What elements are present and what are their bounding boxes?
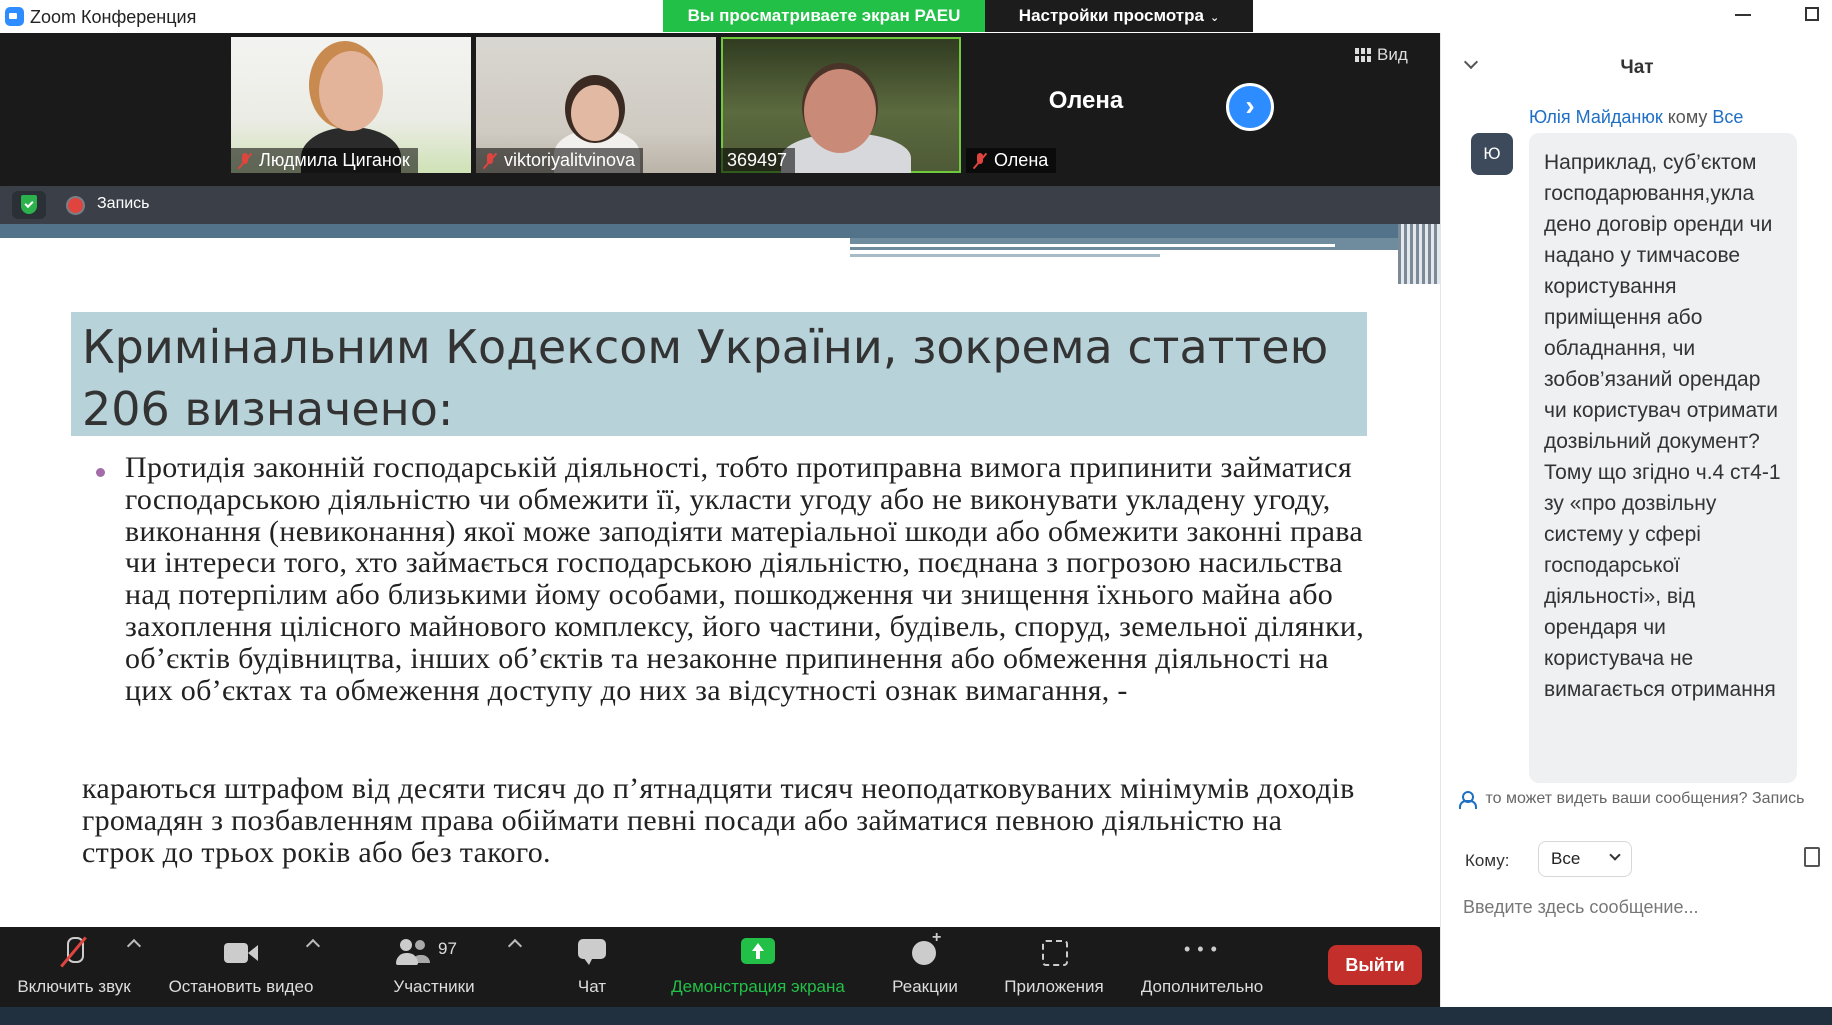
participant-tile[interactable]: Людмила Циганок xyxy=(231,37,471,173)
meeting-toolbar: Включить звук Остановить видео 97 Участн… xyxy=(0,927,1440,1007)
stop-video-label: Остановить видео xyxy=(168,977,314,996)
view-settings-button[interactable]: Настройки просмотра ⌄ xyxy=(985,0,1253,32)
chat-panel: Чат Юлія Майданюк кому Все Ю Наприклад, … xyxy=(1440,33,1832,1007)
participant-name-bar: Олена xyxy=(966,148,1057,173)
chat-label: Чат xyxy=(577,977,607,996)
slide-bullet-text: Протидія законній господарській діяльнос… xyxy=(125,451,1365,707)
recording-dot-icon xyxy=(68,198,83,213)
reactions-button[interactable]: Реакции xyxy=(880,929,970,997)
viewing-screen-banner: Вы просматриваете экран PAEU xyxy=(663,0,985,32)
shared-screen-slide: Кримінальним Кодексом України, зокрема с… xyxy=(0,224,1440,927)
video-strip: Людмила Циганок viktoriyalitvinova 36949… xyxy=(0,33,1440,186)
reactions-label: Реакции xyxy=(892,977,958,996)
chat-sender-name[interactable]: Юлія Майданюк xyxy=(1529,107,1663,127)
maximize-icon[interactable] xyxy=(1805,7,1819,21)
user-visibility-icon xyxy=(1459,790,1477,809)
participant-name: Олена xyxy=(994,150,1049,170)
leave-meeting-button[interactable]: Выйти xyxy=(1328,945,1422,985)
chat-to-word: кому xyxy=(1667,107,1708,127)
title-bar: Zoom Конференция Вы просматриваете экран… xyxy=(0,0,1832,33)
slide-conclusion-text: караються штрафом від десяти тисяч до п’… xyxy=(82,772,1355,869)
video-camera-icon xyxy=(222,935,260,969)
recording-label: Запись xyxy=(97,195,150,212)
participants-icon xyxy=(394,935,434,969)
unmute-label: Включить звук xyxy=(17,977,131,996)
taskbar-strip xyxy=(0,1007,1832,1025)
chat-visibility-text: то может видеть ваши сообщения? Запись xyxy=(1485,790,1805,807)
share-screen-arrow-icon xyxy=(740,935,776,969)
minimize-icon[interactable] xyxy=(1735,14,1751,16)
stop-video-button[interactable]: Остановить видео xyxy=(160,935,322,997)
chat-bubble-icon xyxy=(575,935,609,969)
participant-name: 369497 xyxy=(727,150,788,170)
recording-bar: Запись xyxy=(0,186,1440,224)
slide-header-band xyxy=(0,224,1440,238)
chat-recipient-select[interactable]: Все xyxy=(1538,841,1632,877)
chat-message-bubble: Наприклад, суб’єктом господарювання,укла… xyxy=(1529,133,1797,783)
slide-divider-line xyxy=(850,244,1335,247)
view-label: Вид xyxy=(1377,45,1408,64)
participant-display-name: Олена xyxy=(1048,87,1124,114)
avatar: Ю xyxy=(1471,133,1513,175)
participant-face xyxy=(319,51,383,131)
mic-muted-icon xyxy=(972,152,988,170)
chat-button[interactable]: Чат xyxy=(562,935,622,997)
participants-label: Участники xyxy=(393,977,475,996)
apps-button[interactable]: Приложения xyxy=(992,935,1116,997)
participants-icon-group: 97 xyxy=(394,935,474,969)
zoom-logo-icon xyxy=(5,7,24,26)
participant-tile[interactable]: Олена Олена xyxy=(966,37,1206,173)
chat-visibility-link[interactable]: то может видеть ваши сообщения? Запись xyxy=(1459,790,1832,816)
file-attach-icon[interactable] xyxy=(1804,847,1820,867)
participant-tile-active-speaker[interactable]: 369497 xyxy=(721,37,961,173)
apps-label: Приложения xyxy=(1004,977,1104,996)
participants-options-caret-icon[interactable] xyxy=(507,938,523,954)
bullet-dot-icon xyxy=(96,468,105,477)
chat-message-text: Наприклад, суб’єктом господарювання,укла… xyxy=(1544,151,1781,701)
window-title: Zoom Конференция xyxy=(30,7,197,27)
participant-name-bar: Людмила Циганок xyxy=(231,148,418,173)
participants-count: 97 xyxy=(438,939,457,958)
more-button[interactable]: Дополнительно xyxy=(1130,935,1274,997)
next-page-arrow-icon[interactable]: › xyxy=(1226,83,1274,131)
view-settings-label: Настройки просмотра xyxy=(1018,6,1204,25)
participant-tile[interactable]: viktoriyalitvinova xyxy=(476,37,716,173)
slide-title: Кримінальним Кодексом України, зокрема с… xyxy=(82,320,1329,436)
chat-panel-title: Чат xyxy=(1620,57,1654,78)
chat-recipient-value: Все xyxy=(1551,849,1581,868)
unmute-button[interactable]: Включить звук xyxy=(10,935,138,997)
chat-to-label: Кому: xyxy=(1465,851,1510,870)
view-layout-button[interactable]: Вид xyxy=(1355,45,1408,65)
mic-muted-icon xyxy=(482,152,498,170)
chat-recipient: Все xyxy=(1712,107,1744,127)
security-shield-icon[interactable] xyxy=(12,191,46,219)
participants-button[interactable]: 97 Участники xyxy=(384,935,484,997)
more-label: Дополнительно xyxy=(1140,977,1264,996)
apps-icon xyxy=(1037,935,1071,969)
chevron-down-icon xyxy=(1609,849,1621,861)
chat-sender-line: Юлія Майданюк кому Все xyxy=(1529,107,1743,128)
participant-face xyxy=(804,69,876,153)
mic-muted-icon xyxy=(237,152,253,170)
grid-view-icon xyxy=(1355,48,1371,62)
microphone-muted-icon xyxy=(57,935,91,969)
participant-name-bar: viktoriyalitvinova xyxy=(476,148,644,173)
more-dots-icon xyxy=(1182,935,1222,969)
chat-message-input[interactable] xyxy=(1463,890,1813,924)
participant-name-bar: 369497 xyxy=(721,148,796,173)
participant-name: viktoriyalitvinova xyxy=(504,150,636,170)
chevron-down-icon: ⌄ xyxy=(1209,12,1220,24)
slide-decorative-stripes xyxy=(1398,224,1440,284)
participant-face xyxy=(571,85,619,141)
share-screen-button[interactable]: Демонстрация экрана xyxy=(660,935,856,997)
smiley-add-icon xyxy=(908,929,942,969)
participant-name: Людмила Циганок xyxy=(259,150,410,170)
share-screen-label: Демонстрация экрана xyxy=(671,977,845,996)
slide-divider-line xyxy=(850,254,1160,257)
